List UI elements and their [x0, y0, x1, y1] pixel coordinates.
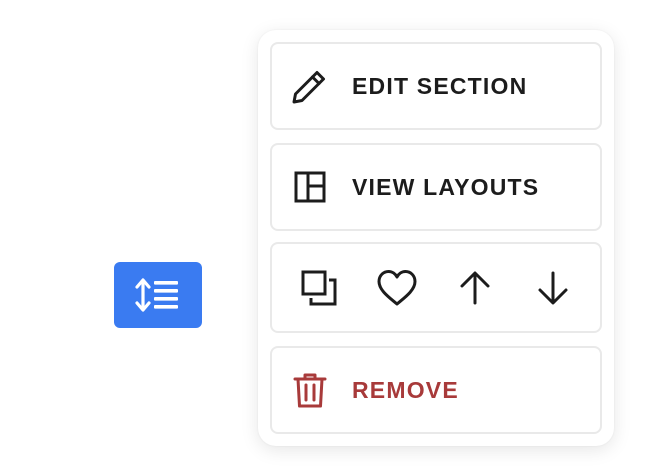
heart-icon — [377, 269, 417, 305]
remove-section-button[interactable]: REMOVE — [270, 346, 602, 434]
remove-label: REMOVE — [352, 376, 459, 403]
trash-icon — [290, 370, 330, 410]
layout-icon — [290, 167, 330, 207]
duplicate-icon — [301, 270, 337, 305]
view-layouts-label: VIEW LAYOUTS — [352, 173, 540, 200]
arrow-down-icon — [538, 271, 568, 304]
duplicate-button[interactable] — [293, 262, 345, 314]
arrow-up-icon — [460, 271, 490, 304]
section-menu-panel: EDIT SECTION VIEW LAYOUTS REMOVE — [258, 30, 614, 446]
move-up-button[interactable] — [449, 262, 501, 314]
edit-section-button[interactable]: EDIT SECTION — [270, 42, 602, 130]
pencil-icon — [290, 66, 330, 106]
move-down-button[interactable] — [527, 262, 579, 314]
view-layouts-button[interactable]: VIEW LAYOUTS — [270, 143, 602, 231]
line-height-icon — [135, 278, 178, 312]
section-settings-button[interactable] — [114, 262, 202, 328]
edit-section-label: EDIT SECTION — [352, 72, 528, 99]
section-actions-row — [270, 242, 602, 333]
favorite-button[interactable] — [371, 262, 423, 314]
